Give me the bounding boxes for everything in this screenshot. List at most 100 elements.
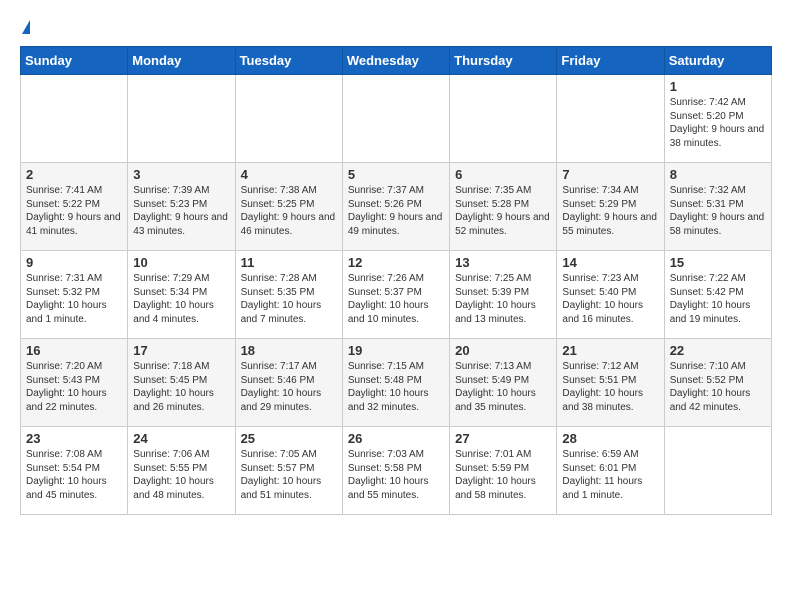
day-number: 9 bbox=[26, 255, 122, 270]
calendar-cell: 3 Sunrise: 7:39 AM Sunset: 5:23 PM Daylig… bbox=[128, 163, 235, 251]
calendar-cell: 6 Sunrise: 7:35 AM Sunset: 5:28 PM Daylig… bbox=[450, 163, 557, 251]
calendar-cell: 26 Sunrise: 7:03 AM Sunset: 5:58 PM Dayli… bbox=[342, 427, 449, 515]
day-info-text: Sunrise: 7:25 AM Sunset: 5:39 PM Dayligh… bbox=[455, 272, 551, 326]
day-number: 25 bbox=[241, 431, 337, 446]
weekday-header-tuesday: Tuesday bbox=[235, 47, 342, 75]
calendar-cell: 13 Sunrise: 7:25 AM Sunset: 5:39 PM Dayli… bbox=[450, 251, 557, 339]
calendar-cell bbox=[557, 75, 664, 163]
calendar-week-row: 16 Sunrise: 7:20 AM Sunset: 5:43 PM Dayli… bbox=[21, 339, 772, 427]
day-number: 15 bbox=[670, 255, 766, 270]
logo-triangle-icon bbox=[22, 20, 30, 34]
day-number: 24 bbox=[133, 431, 229, 446]
calendar-week-row: 1 Sunrise: 7:42 AM Sunset: 5:20 PM Daylig… bbox=[21, 75, 772, 163]
day-info-text: Sunrise: 7:31 AM Sunset: 5:32 PM Dayligh… bbox=[26, 272, 122, 326]
day-info-text: Sunrise: 7:39 AM Sunset: 5:23 PM Dayligh… bbox=[133, 184, 229, 238]
calendar-cell: 25 Sunrise: 7:05 AM Sunset: 5:57 PM Dayli… bbox=[235, 427, 342, 515]
day-number: 14 bbox=[562, 255, 658, 270]
calendar-cell bbox=[342, 75, 449, 163]
day-number: 27 bbox=[455, 431, 551, 446]
day-number: 13 bbox=[455, 255, 551, 270]
day-info-text: Sunrise: 7:12 AM Sunset: 5:51 PM Dayligh… bbox=[562, 360, 658, 414]
day-number: 16 bbox=[26, 343, 122, 358]
day-number: 8 bbox=[670, 167, 766, 182]
day-number: 6 bbox=[455, 167, 551, 182]
day-info-text: Sunrise: 7:06 AM Sunset: 5:55 PM Dayligh… bbox=[133, 448, 229, 502]
day-info-text: Sunrise: 7:34 AM Sunset: 5:29 PM Dayligh… bbox=[562, 184, 658, 238]
calendar-cell: 23 Sunrise: 7:08 AM Sunset: 5:54 PM Dayli… bbox=[21, 427, 128, 515]
day-number: 2 bbox=[26, 167, 122, 182]
day-number: 7 bbox=[562, 167, 658, 182]
weekday-header-sunday: Sunday bbox=[21, 47, 128, 75]
day-info-text: Sunrise: 7:23 AM Sunset: 5:40 PM Dayligh… bbox=[562, 272, 658, 326]
calendar-cell: 14 Sunrise: 7:23 AM Sunset: 5:40 PM Dayli… bbox=[557, 251, 664, 339]
calendar-cell: 11 Sunrise: 7:28 AM Sunset: 5:35 PM Dayli… bbox=[235, 251, 342, 339]
calendar-cell bbox=[128, 75, 235, 163]
weekday-header-thursday: Thursday bbox=[450, 47, 557, 75]
day-number: 12 bbox=[348, 255, 444, 270]
day-info-text: Sunrise: 6:59 AM Sunset: 6:01 PM Dayligh… bbox=[562, 448, 658, 502]
day-number: 23 bbox=[26, 431, 122, 446]
calendar-cell: 12 Sunrise: 7:26 AM Sunset: 5:37 PM Dayli… bbox=[342, 251, 449, 339]
day-info-text: Sunrise: 7:15 AM Sunset: 5:48 PM Dayligh… bbox=[348, 360, 444, 414]
calendar-cell: 1 Sunrise: 7:42 AM Sunset: 5:20 PM Daylig… bbox=[664, 75, 771, 163]
day-info-text: Sunrise: 7:37 AM Sunset: 5:26 PM Dayligh… bbox=[348, 184, 444, 238]
day-number: 11 bbox=[241, 255, 337, 270]
day-number: 17 bbox=[133, 343, 229, 358]
day-info-text: Sunrise: 7:28 AM Sunset: 5:35 PM Dayligh… bbox=[241, 272, 337, 326]
calendar-header-row: SundayMondayTuesdayWednesdayThursdayFrid… bbox=[21, 47, 772, 75]
calendar-cell: 22Sunrise: 7:10 AM Sunset: 5:52 PM Dayli… bbox=[664, 339, 771, 427]
calendar-cell bbox=[450, 75, 557, 163]
calendar-cell: 4 Sunrise: 7:38 AM Sunset: 5:25 PM Daylig… bbox=[235, 163, 342, 251]
calendar-cell: 8 Sunrise: 7:32 AM Sunset: 5:31 PM Daylig… bbox=[664, 163, 771, 251]
calendar-cell: 10 Sunrise: 7:29 AM Sunset: 5:34 PM Dayli… bbox=[128, 251, 235, 339]
calendar-cell: 24 Sunrise: 7:06 AM Sunset: 5:55 PM Dayli… bbox=[128, 427, 235, 515]
calendar-cell: 5 Sunrise: 7:37 AM Sunset: 5:26 PM Daylig… bbox=[342, 163, 449, 251]
day-number: 26 bbox=[348, 431, 444, 446]
calendar-week-row: 9 Sunrise: 7:31 AM Sunset: 5:32 PM Daylig… bbox=[21, 251, 772, 339]
day-number: 3 bbox=[133, 167, 229, 182]
page-header bbox=[20, 20, 772, 36]
day-number: 28 bbox=[562, 431, 658, 446]
logo bbox=[20, 20, 30, 36]
calendar-cell bbox=[235, 75, 342, 163]
day-number: 20 bbox=[455, 343, 551, 358]
day-info-text: Sunrise: 7:13 AM Sunset: 5:49 PM Dayligh… bbox=[455, 360, 551, 414]
day-info-text: Sunrise: 7:03 AM Sunset: 5:58 PM Dayligh… bbox=[348, 448, 444, 502]
calendar-cell: 16 Sunrise: 7:20 AM Sunset: 5:43 PM Dayli… bbox=[21, 339, 128, 427]
day-info-text: Sunrise: 7:42 AM Sunset: 5:20 PM Dayligh… bbox=[670, 96, 766, 150]
day-info-text: Sunrise: 7:20 AM Sunset: 5:43 PM Dayligh… bbox=[26, 360, 122, 414]
calendar-cell: 21 Sunrise: 7:12 AM Sunset: 5:51 PM Dayli… bbox=[557, 339, 664, 427]
day-number: 5 bbox=[348, 167, 444, 182]
day-info-text: Sunrise: 7:26 AM Sunset: 5:37 PM Dayligh… bbox=[348, 272, 444, 326]
weekday-header-saturday: Saturday bbox=[664, 47, 771, 75]
day-info-text: Sunrise: 7:08 AM Sunset: 5:54 PM Dayligh… bbox=[26, 448, 122, 502]
weekday-header-friday: Friday bbox=[557, 47, 664, 75]
calendar-cell: 19Sunrise: 7:15 AM Sunset: 5:48 PM Dayli… bbox=[342, 339, 449, 427]
calendar-cell: 27Sunrise: 7:01 AM Sunset: 5:59 PM Dayli… bbox=[450, 427, 557, 515]
day-info-text: Sunrise: 7:29 AM Sunset: 5:34 PM Dayligh… bbox=[133, 272, 229, 326]
calendar-cell: 15 Sunrise: 7:22 AM Sunset: 5:42 PM Dayli… bbox=[664, 251, 771, 339]
weekday-header-monday: Monday bbox=[128, 47, 235, 75]
calendar-cell: 28 Sunrise: 6:59 AM Sunset: 6:01 PM Dayli… bbox=[557, 427, 664, 515]
day-info-text: Sunrise: 7:05 AM Sunset: 5:57 PM Dayligh… bbox=[241, 448, 337, 502]
day-info-text: Sunrise: 7:32 AM Sunset: 5:31 PM Dayligh… bbox=[670, 184, 766, 238]
day-info-text: Sunrise: 7:22 AM Sunset: 5:42 PM Dayligh… bbox=[670, 272, 766, 326]
calendar-cell: 9 Sunrise: 7:31 AM Sunset: 5:32 PM Daylig… bbox=[21, 251, 128, 339]
calendar-table: SundayMondayTuesdayWednesdayThursdayFrid… bbox=[20, 46, 772, 515]
day-info-text: Sunrise: 7:35 AM Sunset: 5:28 PM Dayligh… bbox=[455, 184, 551, 238]
calendar-cell: 7 Sunrise: 7:34 AM Sunset: 5:29 PM Daylig… bbox=[557, 163, 664, 251]
day-number: 21 bbox=[562, 343, 658, 358]
weekday-header-wednesday: Wednesday bbox=[342, 47, 449, 75]
day-info-text: Sunrise: 7:41 AM Sunset: 5:22 PM Dayligh… bbox=[26, 184, 122, 238]
calendar-week-row: 23 Sunrise: 7:08 AM Sunset: 5:54 PM Dayli… bbox=[21, 427, 772, 515]
day-info-text: Sunrise: 7:17 AM Sunset: 5:46 PM Dayligh… bbox=[241, 360, 337, 414]
day-number: 22 bbox=[670, 343, 766, 358]
day-info-text: Sunrise: 7:18 AM Sunset: 5:45 PM Dayligh… bbox=[133, 360, 229, 414]
day-number: 1 bbox=[670, 79, 766, 94]
day-number: 10 bbox=[133, 255, 229, 270]
day-number: 4 bbox=[241, 167, 337, 182]
calendar-cell: 18Sunrise: 7:17 AM Sunset: 5:46 PM Dayli… bbox=[235, 339, 342, 427]
day-info-text: Sunrise: 7:38 AM Sunset: 5:25 PM Dayligh… bbox=[241, 184, 337, 238]
calendar-cell: 17 Sunrise: 7:18 AM Sunset: 5:45 PM Dayli… bbox=[128, 339, 235, 427]
calendar-cell bbox=[664, 427, 771, 515]
